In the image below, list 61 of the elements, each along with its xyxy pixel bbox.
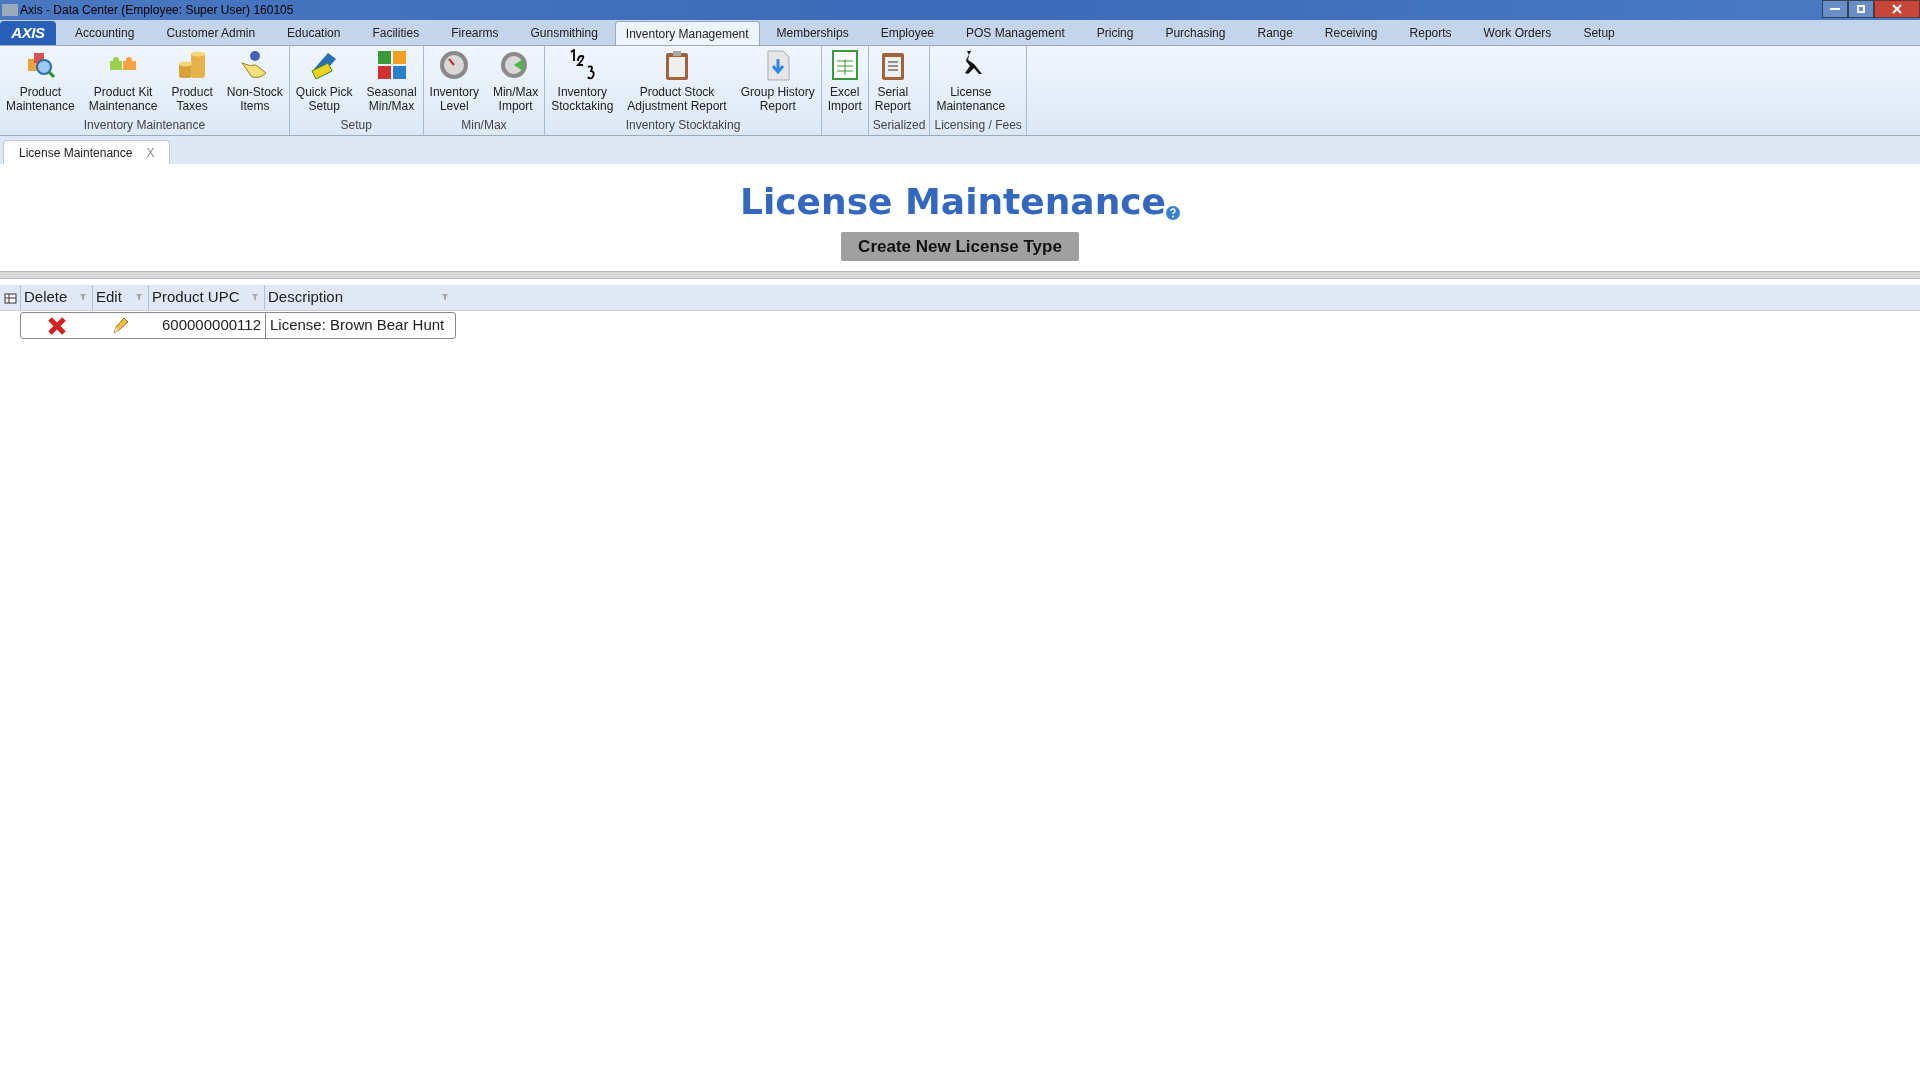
ribbon-button[interactable]: License Maintenance bbox=[934, 49, 1008, 116]
table-row[interactable]: 600000000112 License: Brown Bear Hunt bbox=[20, 312, 456, 339]
column-header[interactable]: Delete bbox=[20, 285, 92, 310]
tab-close-button[interactable]: X bbox=[146, 143, 155, 162]
column-chooser-icon[interactable] bbox=[3, 291, 17, 304]
ribbon-button[interactable]: Inventory Level bbox=[427, 49, 481, 116]
create-license-type-button[interactable]: Create New License Type bbox=[841, 232, 1079, 261]
table-cell-text: 600000000112 bbox=[161, 315, 262, 336]
menu-tab[interactable]: Setup bbox=[1573, 21, 1625, 45]
document-tab-label: License Maintenance bbox=[19, 144, 133, 162]
close-icon bbox=[1892, 4, 1902, 14]
column-header[interactable]: Description bbox=[264, 285, 454, 310]
gauge-icon bbox=[438, 49, 471, 81]
menu-tab[interactable]: Purchasing bbox=[1155, 21, 1236, 45]
column-header[interactable]: Product UPC bbox=[148, 285, 264, 310]
ribbon-button[interactable]: Serial Report bbox=[872, 49, 913, 116]
ribbon-button[interactable]: Product Taxes bbox=[169, 49, 215, 116]
page-title: License Maintenance bbox=[739, 180, 1167, 224]
close-button[interactable] bbox=[1874, 0, 1920, 18]
table-cell: License: Brown Bear Hunt bbox=[265, 313, 455, 338]
menu-tab[interactable]: Employee bbox=[870, 21, 944, 45]
seasons-grid-icon bbox=[375, 49, 408, 81]
ribbon-button[interactable]: Product Kit Maintenance bbox=[86, 49, 160, 116]
window-title: Axis - Data Center (Employee: Super User) 160105 bbox=[20, 2, 294, 19]
menu-tab[interactable]: Pricing bbox=[1086, 21, 1144, 45]
ribbon-button[interactable]: Quick Pick Setup bbox=[293, 49, 355, 116]
restore-button[interactable] bbox=[1848, 0, 1874, 18]
ribbon-group-label: Licensing / Fees bbox=[934, 117, 1022, 134]
menu-tab[interactable]: Memberships bbox=[766, 21, 859, 45]
menu-tab[interactable]: Education bbox=[277, 21, 351, 45]
document-tab[interactable]: License Maintenance X bbox=[3, 140, 171, 164]
menu-tab[interactable]: Customer Admin bbox=[156, 21, 266, 45]
menu-tab[interactable]: Work Orders bbox=[1473, 21, 1562, 45]
ribbon-group-label: Serialized bbox=[872, 117, 926, 134]
ribbon-button[interactable]: Group History Report bbox=[738, 49, 817, 116]
menu-tab[interactable]: Accounting bbox=[65, 21, 145, 45]
menu-tab[interactable]: Reports bbox=[1399, 21, 1462, 45]
menu-tab[interactable]: Inventory Management bbox=[614, 21, 760, 45]
ribbon-button[interactable]: Excel Import bbox=[825, 49, 864, 120]
menu-tab[interactable]: Facilities bbox=[362, 21, 430, 45]
pencil-icon[interactable] bbox=[111, 315, 131, 336]
menu-tab[interactable]: Range bbox=[1247, 21, 1303, 45]
ribbon-button[interactable]: Min/Max Import bbox=[490, 49, 541, 116]
delete-x-icon[interactable] bbox=[47, 315, 67, 336]
menu-tab[interactable]: Gunsmithing bbox=[520, 21, 608, 45]
ribbon-button[interactable]: Product Stock Adjustment Report bbox=[625, 49, 729, 116]
minimize-button[interactable] bbox=[1822, 0, 1848, 18]
ribbon-button[interactable]: Non-Stock Items bbox=[224, 49, 285, 116]
ribbon-group-label: Min/Max bbox=[460, 117, 508, 134]
ribbon-button[interactable]: Inventory Stocktaking bbox=[549, 49, 616, 116]
axis-logo[interactable]: AXIS bbox=[0, 21, 56, 45]
help-icon[interactable] bbox=[1166, 206, 1181, 220]
ribbon-group-label: Setup bbox=[339, 117, 373, 134]
ribbon-button[interactable]: Product Maintenance bbox=[4, 49, 77, 116]
ribbon-group-label: Inventory Maintenance bbox=[82, 117, 207, 134]
menu-tab[interactable]: Receiving bbox=[1314, 21, 1388, 45]
ribbon-group-label: Inventory Stocktaking bbox=[624, 117, 742, 134]
menu-tab[interactable]: Firearms bbox=[441, 21, 509, 45]
menu-tab[interactable]: POS Management bbox=[956, 21, 1075, 45]
ribbon-button[interactable]: Seasonal Min/Max bbox=[364, 49, 419, 116]
column-header[interactable]: Edit bbox=[92, 285, 148, 310]
